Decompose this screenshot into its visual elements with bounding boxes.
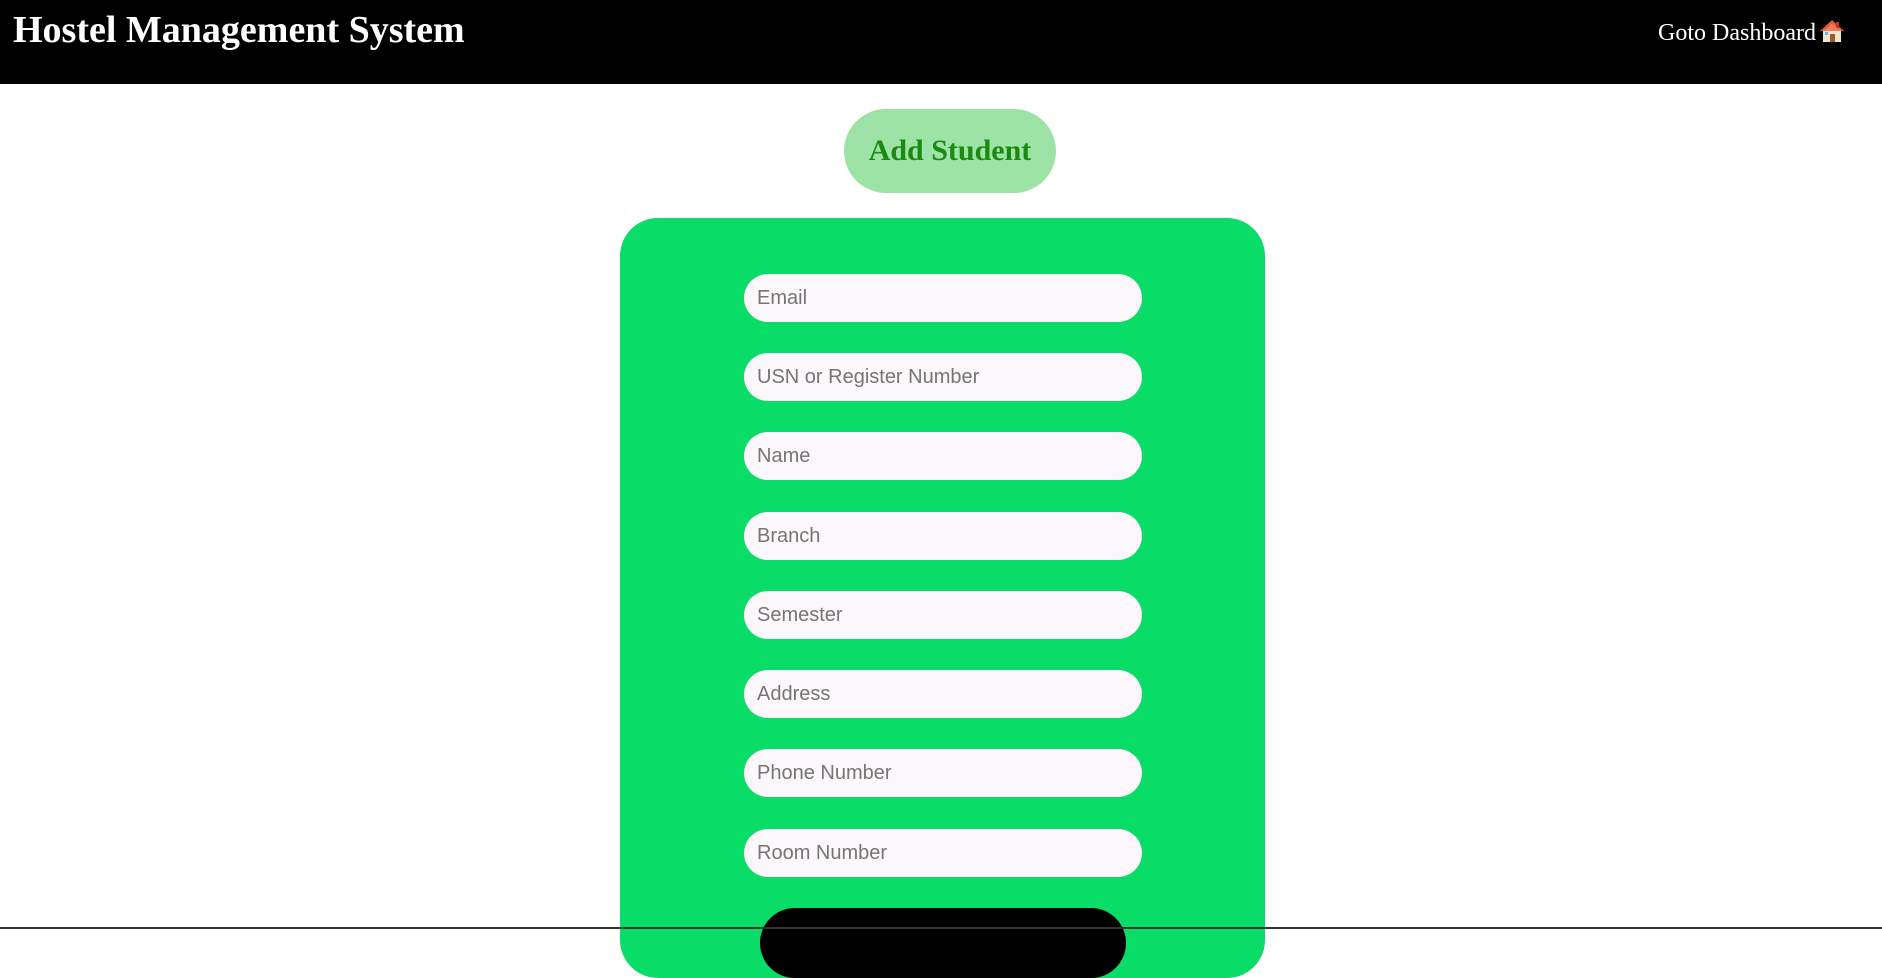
app-title: Hostel Management System bbox=[13, 9, 465, 51]
phone-number-field[interactable] bbox=[744, 749, 1142, 797]
semester-field[interactable] bbox=[744, 591, 1142, 639]
email-field[interactable] bbox=[744, 274, 1142, 322]
goto-dashboard-label: Goto Dashboard bbox=[1658, 20, 1816, 46]
usn-field[interactable] bbox=[744, 353, 1142, 401]
top-navbar: Hostel Management System Goto Dashboard bbox=[0, 0, 1882, 84]
add-student-form bbox=[620, 218, 1265, 978]
name-field[interactable] bbox=[744, 432, 1142, 480]
room-number-field[interactable] bbox=[744, 829, 1142, 877]
goto-dashboard-link[interactable]: Goto Dashboard bbox=[1658, 17, 1845, 49]
address-field[interactable] bbox=[744, 670, 1142, 718]
house-icon bbox=[1820, 20, 1844, 42]
page-heading: Add Student bbox=[844, 109, 1056, 193]
branch-field[interactable] bbox=[744, 512, 1142, 560]
submit-button[interactable] bbox=[760, 908, 1126, 978]
